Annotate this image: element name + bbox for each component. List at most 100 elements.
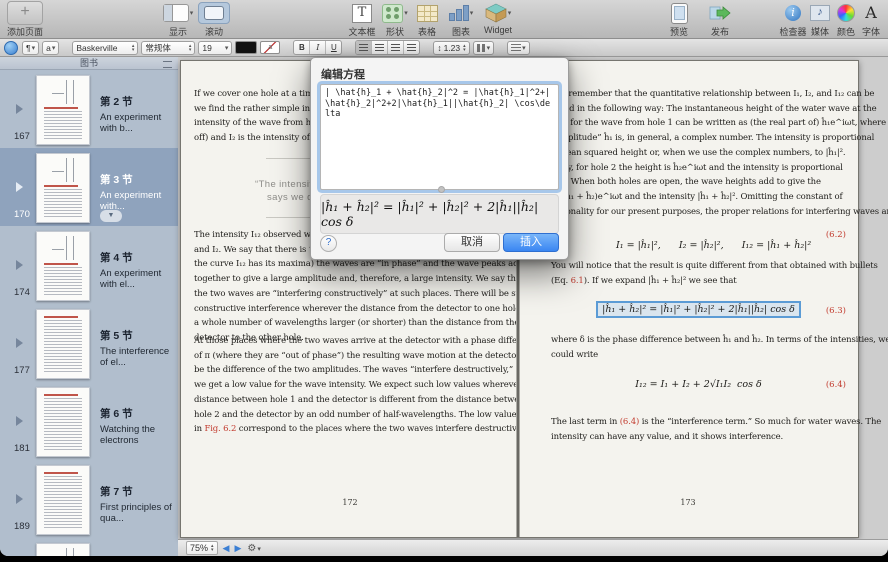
sidebar-item-partial[interactable] [0,538,178,556]
section-title: The interference of el... [100,346,176,368]
sidebar-item-section-6[interactable]: 181 第 6 节Watching the electrons [0,382,178,460]
align-right-button[interactable] [388,41,404,54]
shapes-button[interactable]: ▾ 形状 [378,2,412,38]
columns-icon [477,44,486,52]
disclosure-triangle-icon[interactable] [16,338,23,348]
sidebar-header-label: 图书 [80,58,98,68]
page-thumbnail[interactable] [36,231,90,301]
view-pane-icon [163,4,189,22]
line-spacing-control[interactable]: ↕1.23▴▾ [433,41,469,55]
colors-button[interactable]: 颜色 [832,2,860,38]
align-left-button[interactable] [356,41,372,54]
next-page-button[interactable]: ▶ [234,543,241,554]
font-size-select[interactable]: 19▾ [198,41,232,55]
latex-input[interactable]: | \hat{h}_1 + \hat{h}_2|^2 = |\hat{h}_1|… [320,84,559,190]
table-button[interactable]: 表格 [410,2,444,38]
media-label: 媒体 [806,25,834,38]
figure-reference-link[interactable]: Fig. 6.2 [204,424,236,434]
background-color-well[interactable]: a [260,41,280,54]
columns-dropdown[interactable]: ▾ [473,41,495,55]
bold-button[interactable]: B [294,41,310,54]
main-toolbar: + 添加页面 ▾ 显示 滚动 T 文本框 ▾ 形状 表格 ▾ 图表 [0,0,888,39]
text-box-icon: T [352,4,372,23]
chart-button[interactable]: ▾ 图表 [444,2,478,38]
format-back-button[interactable] [4,41,18,55]
font-style-select[interactable]: 常规体▴▾ [141,41,195,55]
equation-6-3-selected[interactable]: |ĥ₁ + ĥ₂|² = |ĥ₁|² + |ĥ₂|² + 2|ĥ₁||ĥ₂| c… [551,301,846,318]
section-title: First principles of qua... [100,502,176,524]
scroll-button[interactable]: 滚动 [195,2,233,38]
align-center-button[interactable] [372,41,388,54]
preview-button[interactable]: 预览 [662,2,696,38]
disclosure-triangle-icon[interactable] [16,182,23,192]
text-line: hole 2 and the detector by an odd number… [194,408,544,423]
sidebar-item-section-2[interactable]: 167 第 2 节An experiment with b... [0,70,178,148]
text-color-well[interactable] [235,41,257,54]
page-thumbnail[interactable] [36,543,90,556]
line-spacing-value: 1.23 [444,43,461,53]
section-label: 第 6 节 [100,406,176,421]
disclosure-triangle-icon[interactable] [16,104,23,114]
insert-button[interactable]: 插入 [503,233,559,252]
underline-button[interactable]: U [326,41,341,54]
inspector-label: 检查器 [776,25,810,38]
align-justify-button[interactable] [404,41,419,54]
italic-button[interactable]: I [310,41,326,54]
view-button[interactable]: ▾ 显示 [158,2,198,38]
page-thumbnail[interactable] [36,387,90,457]
text-line: The last term in (6.4) is the “interfere… [551,415,881,430]
character-style-dropdown[interactable]: a▾ [42,41,59,55]
selected-equation-widget[interactable]: |ĥ₁ + ĥ₂|² = |ĥ₁|² + |ĥ₂|² + 2|ĥ₁||ĥ₂| c… [596,301,801,318]
chart-icon [449,6,469,21]
help-button[interactable]: ? [320,235,337,252]
page-thumbnail[interactable] [36,75,90,145]
right-page[interactable]: will remember that the quantitative rela… [518,60,859,538]
sidebar-item-section-3[interactable]: 170 第 3 节An experiment with... ▼ [0,148,178,226]
thumbnail-dropdown-button[interactable]: ▼ [100,210,122,222]
list-style-dropdown[interactable]: ▾ [507,41,530,55]
inspector-button[interactable]: i 检查器 [776,2,810,38]
disclosure-triangle-icon[interactable] [16,494,23,504]
widget-cube-icon [485,3,507,23]
text-line: of π (where they are “out of phase”) the… [194,349,544,364]
sidebar-item-section-7[interactable]: 189 第 7 节First principles of qua... [0,460,178,538]
zoom-level-select[interactable]: 75% ▴▾ [186,541,218,555]
page-thumbnail[interactable] [36,153,90,223]
sidebar-menu-icon[interactable] [163,61,172,68]
text-box-label: 文本框 [344,25,380,38]
add-page-button[interactable]: + 添加页面 [5,2,45,38]
text-line: constructive interference wherever the d… [194,302,531,317]
bold-italic-underline-group: B I U [293,40,342,55]
info-icon: i [785,5,801,21]
equation-6-4: I₁₂ = I₁ + I₂ + 2√I₁I₂ cos δ (6.4) [551,379,846,390]
stepper-icon: ▴▾ [189,44,192,52]
page-thumbnail[interactable] [36,309,90,379]
media-button[interactable]: ♪ 媒体 [806,2,834,38]
thumbnail-page-number: 167 [14,131,30,142]
disclosure-triangle-icon[interactable] [16,416,23,426]
text-line: e mean squared height or, when we use th… [551,146,888,161]
equation-reference-link[interactable]: (6.4) [620,417,639,427]
text-fragment: ). If we expand |ĥ₁ + ĥ₂|² we see that [584,276,737,286]
text-box-button[interactable]: T 文本框 [344,2,380,38]
fonts-button[interactable]: A 字体 [858,2,884,38]
sidebar-item-section-4[interactable]: 174 第 4 节An experiment with el... [0,226,178,304]
preview-tablet-icon [671,3,688,24]
text-fragment: in [194,424,204,434]
text-line: could write [551,348,888,363]
equation-reference-link[interactable]: 6.1 [571,276,584,286]
resize-handle[interactable] [438,186,445,193]
previous-page-button[interactable]: ◀ [223,543,230,554]
disclosure-triangle-icon[interactable] [16,260,23,270]
page-thumbnail[interactable] [36,465,90,535]
font-family-select[interactable]: Baskerville▴▾ [72,41,138,55]
text-fragment: correspond to the places where the two w… [236,424,530,434]
widget-button[interactable]: ▾ Widget [478,2,518,35]
gear-menu-button[interactable]: ⚙▾ [247,543,260,554]
app-window: + 添加页面 ▾ 显示 滚动 T 文本框 ▾ 形状 表格 ▾ 图表 [0,0,888,556]
sidebar-item-section-5[interactable]: 177 第 5 节The interference of el... [0,304,178,382]
cancel-button[interactable]: 取消 [444,233,500,252]
stepper-icon: ▴▾ [132,44,135,52]
paragraph-style-dropdown[interactable]: ¶▾ [22,41,39,55]
publish-button[interactable]: 发布 [700,2,740,38]
